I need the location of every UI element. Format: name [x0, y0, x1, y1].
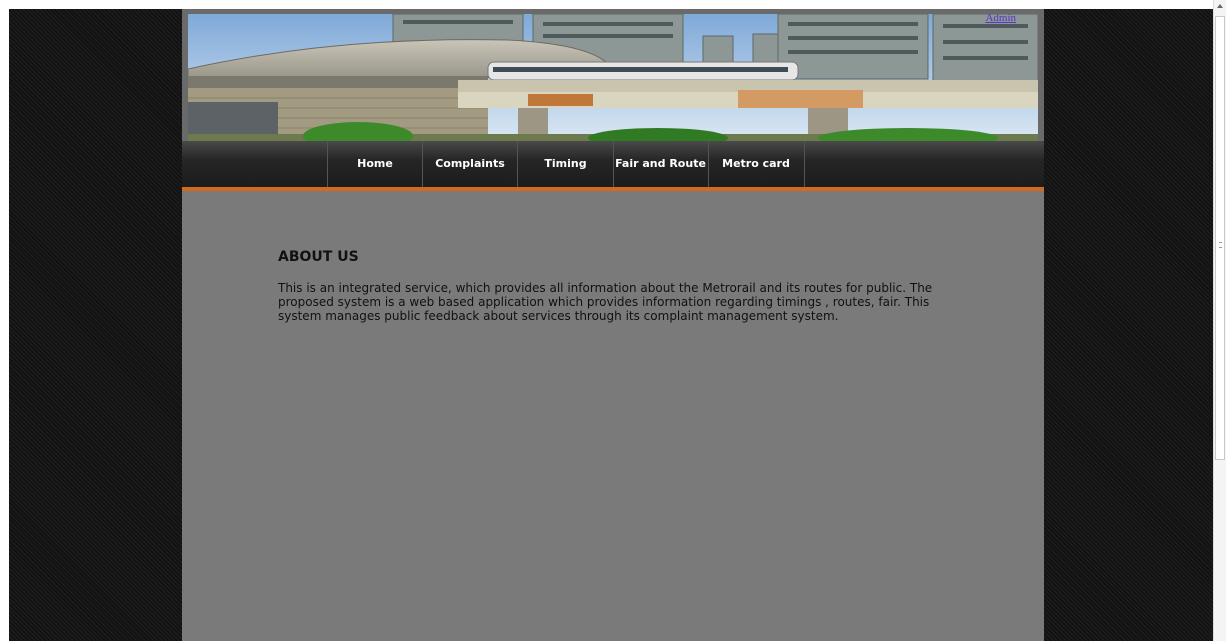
metro-station-image — [188, 14, 1038, 144]
nav-fair-and-route[interactable]: Fair and Route — [613, 141, 708, 187]
scroll-thumb[interactable] — [1215, 16, 1225, 460]
about-section: ABOUT US This is an integrated service, … — [278, 249, 958, 323]
scroll-grip-icon — [1219, 242, 1222, 248]
scroll-up-arrow-icon[interactable] — [1217, 4, 1223, 8]
nav-divider — [804, 141, 805, 187]
nav-timing[interactable]: Timing — [518, 141, 613, 187]
about-heading: ABOUT US — [278, 249, 359, 265]
nav-metro-card[interactable]: Metro card — [708, 141, 804, 187]
site-container: Admin Home Complaints Timing Fair and Ro… — [182, 9, 1044, 641]
nav-home[interactable]: Home — [328, 141, 422, 187]
header-banner: Admin — [182, 9, 1044, 149]
nav-complaints[interactable]: Complaints — [423, 141, 517, 187]
about-description: This is an integrated service, which pro… — [278, 281, 933, 323]
main-navigation: Home Complaints Timing Fair and Route Me… — [182, 141, 1044, 191]
vertical-scrollbar[interactable] — [1213, 0, 1226, 641]
admin-link[interactable]: Admin — [985, 12, 1016, 24]
